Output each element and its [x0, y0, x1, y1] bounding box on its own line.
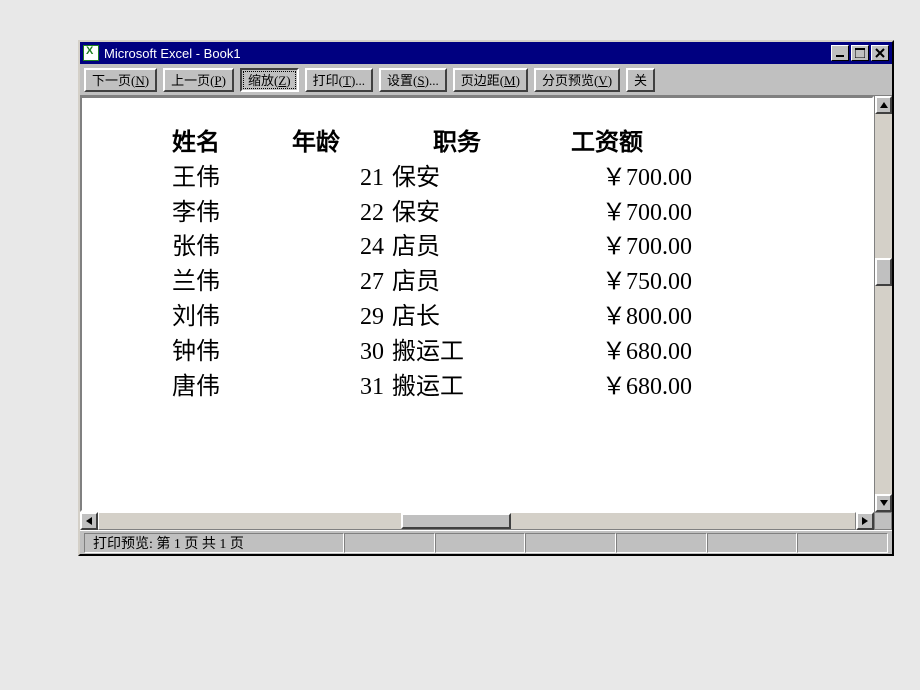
status-seg-3	[525, 533, 616, 553]
cell-name: 李伟	[172, 196, 292, 231]
header-salary: 工资额	[522, 126, 692, 161]
prev-page-button[interactable]: 上一页(P)	[163, 68, 234, 92]
next-page-button[interactable]: 下一页(N)	[84, 68, 157, 92]
table-row: 张伟24店员￥700.00	[172, 230, 872, 265]
cell-job: 店员	[392, 230, 522, 265]
cell-job: 保安	[392, 161, 522, 196]
vscroll-track[interactable]	[875, 114, 892, 494]
cell-age: 27	[292, 265, 392, 300]
status-seg-2	[435, 533, 526, 553]
excel-window: Microsoft Excel - Book1 下一页(N) 上一页(P) 缩放…	[78, 40, 894, 556]
scroll-right-button[interactable]	[856, 512, 874, 530]
cell-salary: ￥750.00	[522, 265, 692, 300]
cell-name: 张伟	[172, 230, 292, 265]
cell-salary: ￥700.00	[522, 161, 692, 196]
cell-age: 31	[292, 370, 392, 405]
cell-salary: ￥800.00	[522, 300, 692, 335]
cell-age: 22	[292, 196, 392, 231]
print-preview-toolbar: 下一页(N) 上一页(P) 缩放(Z) 打印(T)... 设置(S)... 页边…	[80, 64, 892, 96]
status-text: 打印预览: 第 1 页 共 1 页	[84, 533, 344, 553]
cell-age: 30	[292, 335, 392, 370]
cell-name: 王伟	[172, 161, 292, 196]
hscroll-thumb[interactable]	[401, 513, 511, 529]
page-break-preview-button[interactable]: 分页预览(V)	[534, 68, 620, 92]
setup-button[interactable]: 设置(S)...	[379, 68, 447, 92]
vertical-scrollbar[interactable]	[874, 96, 892, 512]
margins-button[interactable]: 页边距(M)	[453, 68, 528, 92]
header-age: 年龄	[292, 126, 392, 161]
print-button[interactable]: 打印(T)...	[305, 68, 373, 92]
close-button[interactable]	[871, 45, 889, 61]
header-name: 姓名	[172, 126, 292, 161]
header-job: 职务	[392, 126, 522, 161]
cell-job: 搬运工	[392, 335, 522, 370]
scroll-up-button[interactable]	[875, 96, 892, 114]
table-row: 钟伟30搬运工￥680.00	[172, 335, 872, 370]
close-preview-button[interactable]: 关	[626, 68, 655, 92]
cell-salary: ￥680.00	[522, 370, 692, 405]
cell-age: 24	[292, 230, 392, 265]
preview-page: 姓名 年龄 职务 工资额 王伟21保安￥700.00李伟22保安￥700.00张…	[80, 96, 874, 512]
table-row: 唐伟31搬运工￥680.00	[172, 370, 872, 405]
cell-name: 唐伟	[172, 370, 292, 405]
cell-salary: ￥700.00	[522, 230, 692, 265]
cell-name: 兰伟	[172, 265, 292, 300]
scroll-down-button[interactable]	[875, 494, 892, 512]
maximize-button[interactable]	[851, 45, 869, 61]
cell-job: 店长	[392, 300, 522, 335]
cell-job: 店员	[392, 265, 522, 300]
status-seg-6	[797, 533, 888, 553]
window-title: Microsoft Excel - Book1	[104, 46, 831, 61]
scroll-left-button[interactable]	[80, 512, 98, 530]
cell-age: 29	[292, 300, 392, 335]
cell-name: 刘伟	[172, 300, 292, 335]
table-row: 王伟21保安￥700.00	[172, 161, 872, 196]
cell-name: 钟伟	[172, 335, 292, 370]
zoom-button[interactable]: 缩放(Z)	[240, 68, 299, 92]
titlebar: Microsoft Excel - Book1	[80, 42, 892, 64]
scroll-corner	[874, 512, 892, 530]
cell-salary: ￥700.00	[522, 196, 692, 231]
table-row: 李伟22保安￥700.00	[172, 196, 872, 231]
table-row: 刘伟29店长￥800.00	[172, 300, 872, 335]
table-row: 兰伟27店员￥750.00	[172, 265, 872, 300]
hscroll-track[interactable]	[98, 512, 856, 530]
statusbar: 打印预览: 第 1 页 共 1 页	[80, 530, 892, 554]
cell-job: 保安	[392, 196, 522, 231]
status-seg-4	[616, 533, 707, 553]
status-seg-5	[707, 533, 798, 553]
excel-icon	[83, 45, 99, 61]
cell-salary: ￥680.00	[522, 335, 692, 370]
cell-age: 21	[292, 161, 392, 196]
minimize-button[interactable]	[831, 45, 849, 61]
vscroll-thumb[interactable]	[875, 258, 892, 286]
cell-job: 搬运工	[392, 370, 522, 405]
horizontal-scrollbar[interactable]	[80, 512, 874, 530]
table-header: 姓名 年龄 职务 工资额	[172, 126, 872, 161]
sheet-content: 姓名 年龄 职务 工资额 王伟21保安￥700.00李伟22保安￥700.00张…	[82, 98, 872, 404]
status-seg-1	[344, 533, 435, 553]
